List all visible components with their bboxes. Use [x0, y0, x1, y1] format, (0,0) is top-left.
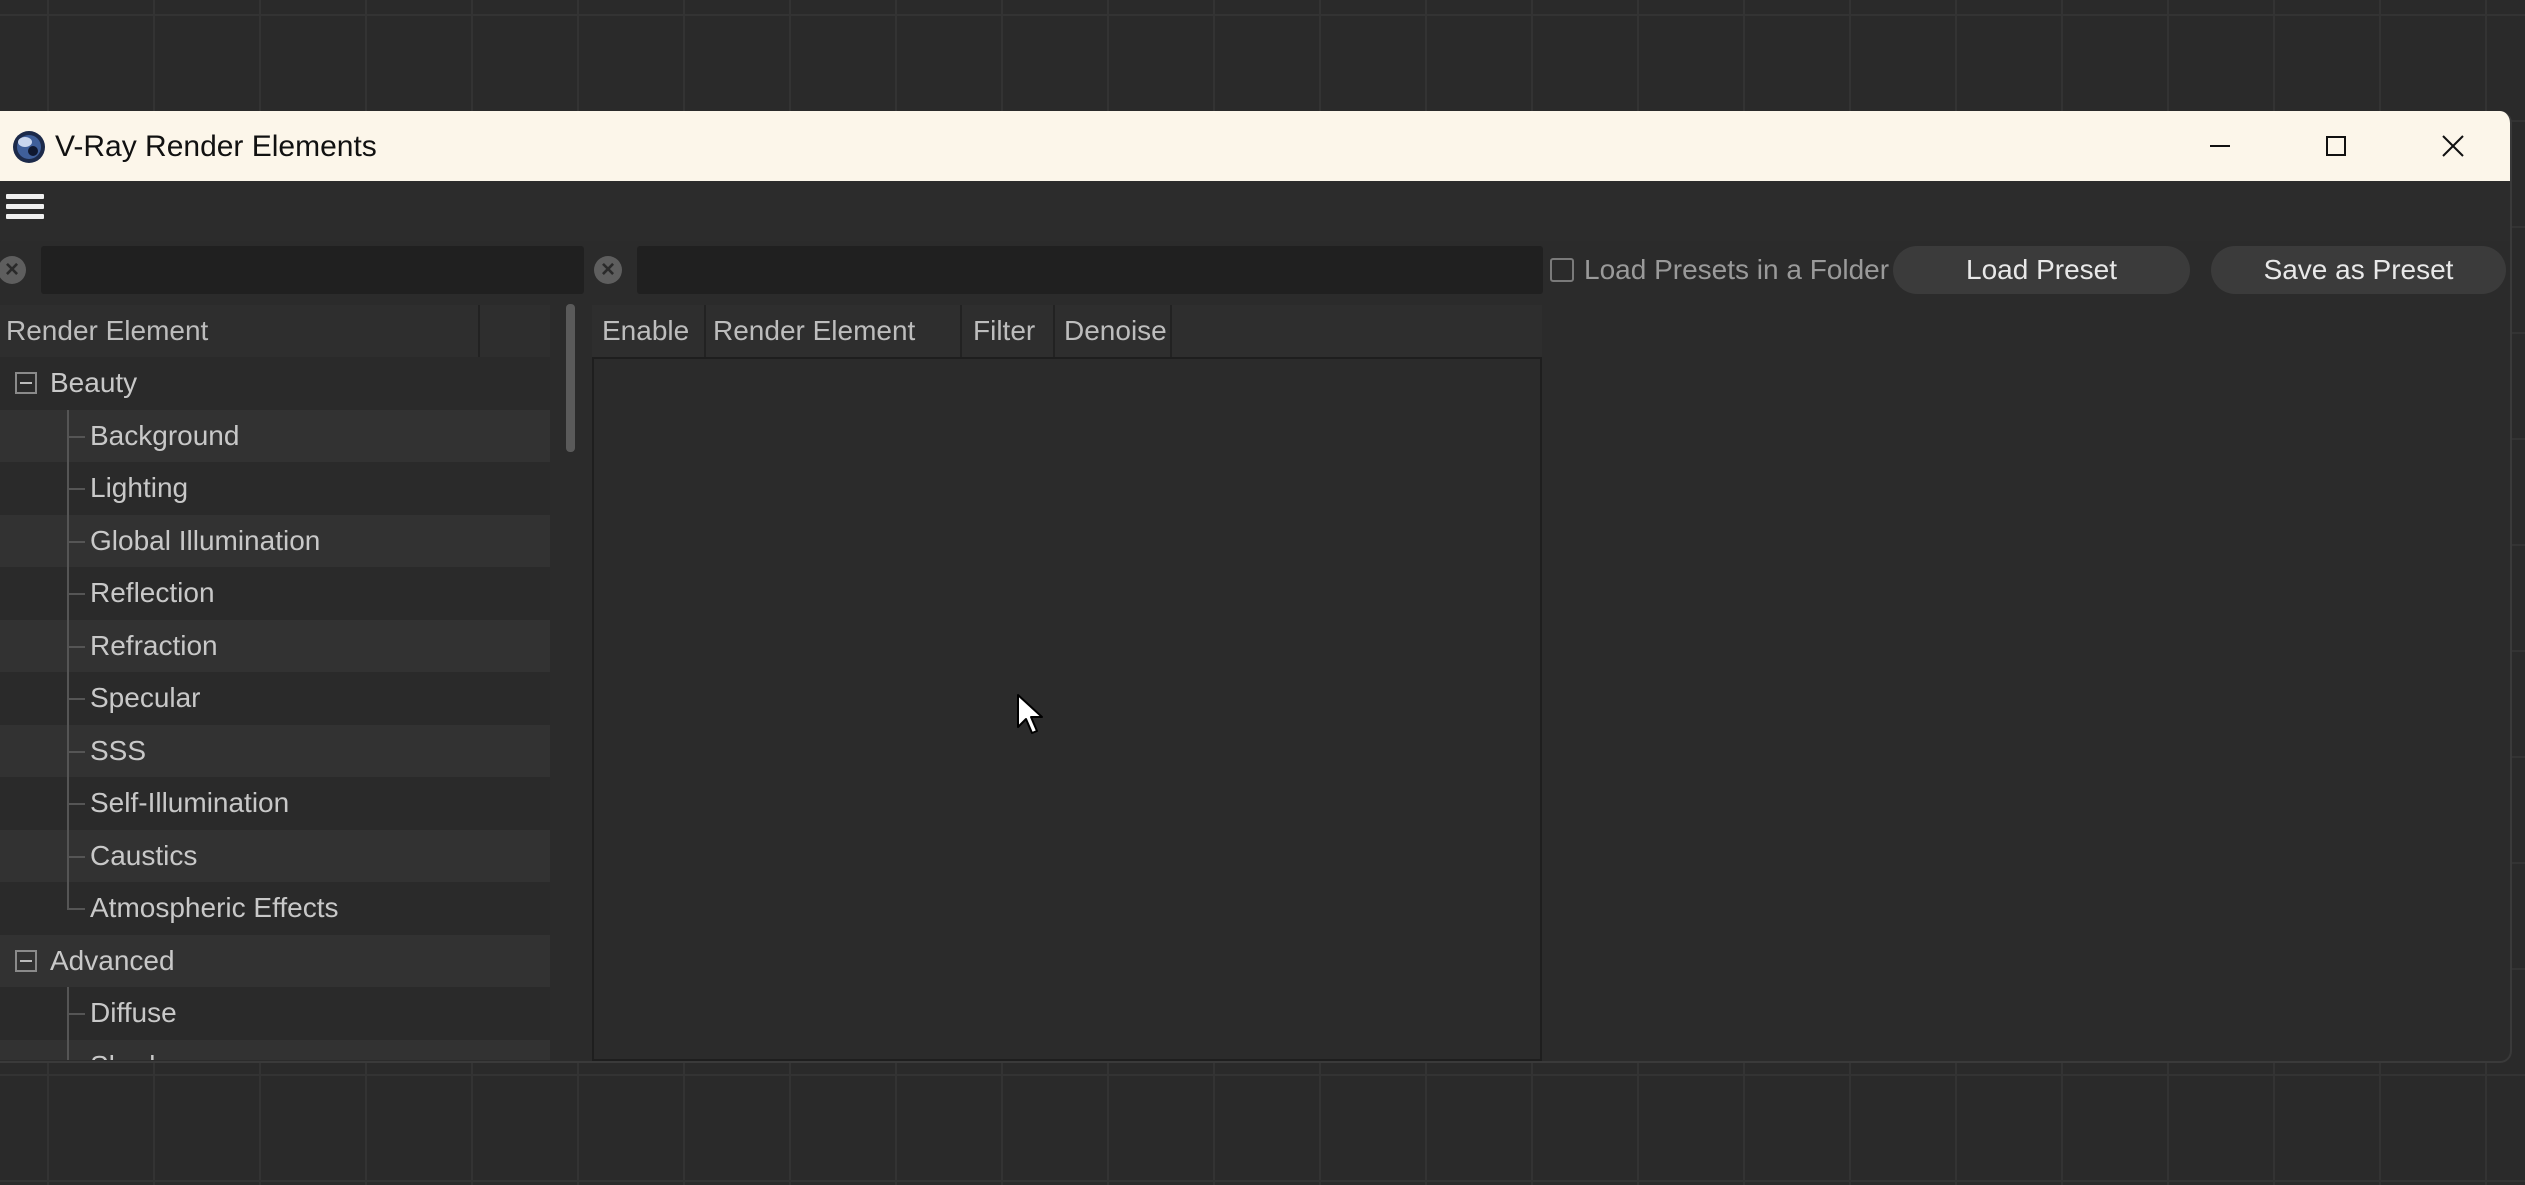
column-divider[interactable]	[1053, 305, 1055, 357]
mouse-cursor-icon	[1017, 694, 1043, 734]
save-preset-button[interactable]: Save as Preset	[2211, 246, 2506, 294]
tree-item[interactable]: Diffuse	[0, 987, 550, 1040]
load-presets-folder-checkbox[interactable]	[1550, 258, 1574, 282]
tree-connector	[67, 1039, 69, 1060]
tree-item[interactable]: Refraction	[0, 619, 550, 672]
elements-table-body[interactable]	[592, 357, 1542, 1061]
clear-icon: ×	[4, 256, 19, 283]
collapse-icon[interactable]	[15, 949, 37, 972]
tree-scrollbar-thumb[interactable]	[566, 304, 575, 452]
render-elements-window: V-Ray Render Elements × × Load Presets i…	[0, 111, 2512, 1063]
load-preset-button[interactable]: Load Preset	[1893, 246, 2190, 294]
tree-item[interactable]: Self-Illumination	[0, 777, 550, 830]
tree-column-render-element[interactable]: Render Element	[6, 305, 208, 357]
tree-connector	[67, 435, 85, 438]
collapse-icon[interactable]	[15, 372, 37, 394]
tree-connector	[67, 645, 85, 648]
tree-connector	[67, 593, 85, 595]
tree-group-advanced[interactable]: Advanced	[0, 934, 550, 987]
close-icon	[2442, 135, 2464, 157]
close-button[interactable]	[2413, 121, 2493, 171]
tree-item-label: Lighting	[90, 472, 189, 503]
elements-table-header: Enable Render Element Filter Denoise	[592, 305, 1542, 359]
tree-item-label: Refraction	[90, 629, 218, 661]
tree-connector	[67, 750, 85, 753]
element-search-input[interactable]	[41, 246, 584, 294]
tree-item[interactable]: Shadow	[0, 1039, 550, 1061]
tree-group-label: Beauty	[50, 367, 138, 398]
tree-connector	[67, 540, 85, 543]
clear-left-search-button[interactable]: ×	[0, 256, 26, 284]
column-divider[interactable]	[960, 305, 962, 357]
tree-item[interactable]: Background	[0, 409, 550, 462]
tree-connector	[67, 882, 69, 910]
tree-item[interactable]: Lighting	[0, 462, 550, 515]
tree-item[interactable]: Atmospheric Effects	[0, 882, 550, 935]
column-render-element[interactable]: Render Element	[713, 305, 915, 357]
tree-item-label: Reflection	[90, 577, 215, 608]
menu-bar	[0, 181, 2510, 241]
tree-item-label: Diffuse	[90, 997, 177, 1028]
tree-item-label: Atmospheric Effects	[90, 892, 339, 923]
tree-item[interactable]: Global Illumination	[0, 514, 550, 567]
tree-group-beauty[interactable]: Beauty	[0, 357, 550, 410]
clear-icon: ×	[600, 256, 615, 283]
tree-connector	[67, 855, 85, 858]
render-element-tree: Beauty Background Lighting Global Illumi…	[0, 357, 550, 1060]
tree-item-label: Shadow	[90, 1040, 191, 1061]
maximize-button[interactable]	[2296, 121, 2376, 171]
tree-item-label: SSS	[90, 734, 147, 766]
column-divider[interactable]	[478, 305, 480, 357]
tree-item[interactable]: SSS	[0, 724, 550, 777]
load-presets-folder-option[interactable]: Load Presets in a Folder	[1550, 246, 1889, 294]
cinema4d-app-icon	[13, 131, 45, 163]
tree-item[interactable]: Reflection	[0, 567, 550, 620]
column-enable[interactable]: Enable	[602, 305, 689, 357]
tree-connector	[67, 698, 85, 700]
column-divider[interactable]	[704, 305, 706, 357]
active-element-search-input[interactable]	[637, 246, 1543, 294]
clear-right-search-button[interactable]: ×	[594, 256, 622, 284]
column-filter[interactable]: Filter	[973, 305, 1035, 357]
minimize-icon	[2210, 145, 2230, 147]
minimize-button[interactable]	[2180, 121, 2260, 171]
load-presets-folder-label: Load Presets in a Folder	[1584, 254, 1890, 285]
tree-item-label: Specular	[90, 682, 201, 713]
tree-item-label: Caustics	[90, 839, 198, 871]
column-denoise[interactable]: Denoise	[1064, 305, 1167, 357]
tree-connector	[67, 488, 85, 490]
column-divider[interactable]	[1170, 305, 1172, 357]
hamburger-menu-icon[interactable]	[6, 194, 44, 226]
maximize-icon	[2326, 136, 2346, 156]
window-title: V-Ray Render Elements	[55, 130, 377, 163]
title-bar[interactable]: V-Ray Render Elements	[0, 111, 2510, 181]
tree-item-label: Self-Illumination	[90, 787, 290, 818]
tree-item[interactable]: Specular	[0, 672, 550, 725]
tree-connector	[67, 803, 85, 805]
tree-connector	[67, 1013, 85, 1015]
tree-header: Render Element	[0, 305, 550, 359]
tree-item-label: Global Illumination	[90, 524, 321, 556]
tree-connector	[67, 908, 85, 910]
tree-item[interactable]: Caustics	[0, 829, 550, 882]
tree-group-label: Advanced	[50, 944, 175, 976]
tree-item-label: Background	[90, 419, 240, 451]
